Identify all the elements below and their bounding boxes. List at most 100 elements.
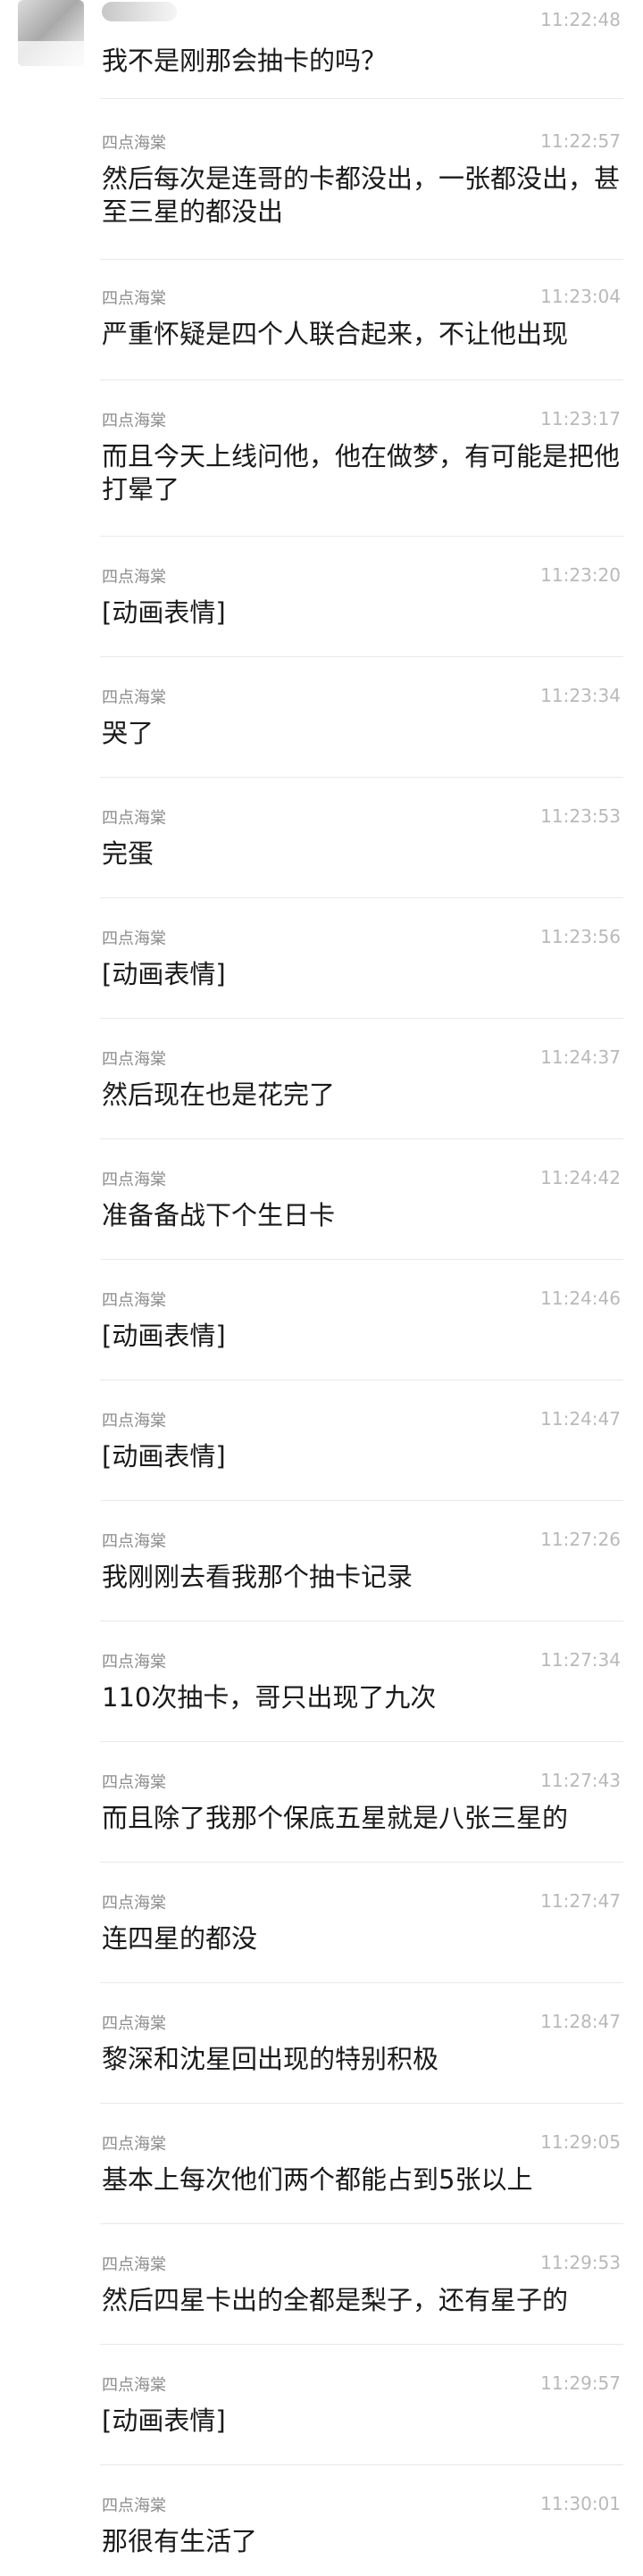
message-time: 11:27:47 (540, 1890, 621, 1912)
chat-message[interactable]: 四点海棠 11:27:34 110次抽卡，哥只出现了九次 (0, 1621, 643, 1741)
chat-message[interactable]: 四点海棠 11:23:34 哭了 (0, 656, 643, 777)
message-time: 11:23:04 (540, 286, 621, 307)
sender-name[interactable]: 四点海棠 (102, 1288, 166, 1311)
sender-name[interactable]: 四点海棠 (102, 1649, 166, 1672)
message-time: 11:22:48 (540, 9, 621, 30)
chat-message[interactable]: 四点海棠 11:29:53 然后四星卡出的全都是梨子，还有星子的 (0, 2223, 643, 2344)
sender-name[interactable]: 四点海棠 (102, 286, 166, 309)
message-divider (100, 1982, 623, 1983)
chat-message[interactable]: 四点海棠 11:23:20 [动画表情] (0, 536, 643, 656)
message-text[interactable]: 连四星的都没 (102, 1922, 620, 1955)
message-time: 11:27:26 (540, 1529, 621, 1550)
sender-name[interactable]: 四点海棠 (102, 2493, 166, 2516)
sender-name[interactable]: 四点海棠 (102, 1770, 166, 1793)
message-time: 11:24:37 (540, 1046, 621, 1068)
message-time: 11:24:46 (540, 1288, 621, 1309)
sender-name[interactable]: 四点海棠 (102, 1529, 166, 1552)
message-divider (100, 1259, 623, 1260)
chat-message[interactable]: 四点海棠 11:28:47 黎深和沈星回出现的特别积极 (0, 1982, 643, 2103)
chat-message[interactable]: 四点海棠 11:24:37 然后现在也是花完了 (0, 1018, 643, 1138)
message-divider (100, 259, 623, 260)
chat-message[interactable]: 四点海棠 11:29:57 [动画表情] (0, 2344, 643, 2464)
message-time: 11:27:43 (540, 1770, 621, 1791)
sender-name[interactable]: 四点海棠 (102, 685, 166, 708)
chat-message[interactable]: 四点海棠 11:27:43 而且除了我那个保底五星就是八张三星的 (0, 1741, 643, 1862)
sender-name[interactable]: 四点海棠 (102, 2372, 166, 2396)
message-divider (100, 2103, 623, 2104)
chat-message-list[interactable]: 11:22:48 我不是刚那会抽卡的吗？ 四点海棠 11:22:57 然后每次是… (0, 0, 643, 2576)
message-text[interactable]: [动画表情] (102, 2405, 620, 2438)
sender-name[interactable]: 四点海棠 (102, 1046, 166, 1070)
message-time: 11:22:57 (540, 130, 621, 152)
sender-name[interactable]: 四点海棠 (102, 408, 166, 431)
message-time: 11:28:47 (540, 2011, 621, 2032)
message-time: 11:30:01 (540, 2493, 621, 2514)
message-text[interactable]: 黎深和沈星回出现的特别积极 (102, 2043, 620, 2076)
message-text[interactable]: 110次抽卡，哥只出现了九次 (102, 1681, 620, 1714)
message-divider (100, 2464, 623, 2465)
message-text[interactable]: [动画表情] (102, 1440, 620, 1473)
chat-message[interactable]: 四点海棠 11:22:57 然后每次是连哥的卡都没出，一张都没出，甚至三星的都没… (0, 98, 643, 259)
message-text[interactable]: 然后现在也是花完了 (102, 1079, 620, 1112)
sender-name[interactable]: 四点海棠 (102, 1408, 166, 1431)
message-divider (100, 1741, 623, 1742)
message-time: 11:24:47 (540, 1408, 621, 1430)
message-divider (100, 1018, 623, 1019)
message-text[interactable]: [动画表情] (102, 1320, 620, 1353)
chat-message[interactable]: 四点海棠 11:23:17 而且今天上线问他，他在做梦，有可能是把他打晕了 (0, 379, 643, 536)
message-divider (100, 2223, 623, 2224)
chat-message[interactable]: 四点海棠 11:27:47 连四星的都没 (0, 1862, 643, 1982)
chat-message[interactable]: 四点海棠 11:29:05 基本上每次他们两个都能占到5张以上 (0, 2103, 643, 2223)
message-time: 11:23:56 (540, 926, 621, 947)
message-divider (100, 536, 623, 537)
message-divider (100, 1138, 623, 1139)
message-text[interactable]: 我刚刚去看我那个抽卡记录 (102, 1561, 620, 1594)
message-text[interactable]: 基本上每次他们两个都能占到5张以上 (102, 2163, 620, 2197)
chat-message[interactable]: 四点海棠 11:24:42 准备备战下个生日卡 (0, 1138, 643, 1259)
sender-name[interactable]: 四点海棠 (102, 926, 166, 949)
chat-message[interactable]: 四点海棠 11:23:04 严重怀疑是四个人联合起来，不让他出现 (0, 259, 643, 379)
chat-message[interactable]: 四点海棠 11:27:26 我刚刚去看我那个抽卡记录 (0, 1500, 643, 1621)
message-time: 11:29:53 (540, 2252, 621, 2273)
message-text[interactable]: 我不是刚那会抽卡的吗？ (102, 45, 620, 78)
message-text[interactable]: 完蛋 (102, 838, 620, 871)
message-divider (100, 1500, 623, 1501)
chat-message[interactable]: 四点海棠 11:23:56 [动画表情] (0, 897, 643, 1018)
message-divider (100, 656, 623, 657)
sender-name[interactable]: 四点海棠 (102, 2011, 166, 2034)
sender-name[interactable]: 四点海棠 (102, 2131, 166, 2155)
message-text[interactable]: 然后每次是连哥的卡都没出，一张都没出，甚至三星的都没出 (102, 163, 620, 229)
chat-message[interactable]: 11:22:48 我不是刚那会抽卡的吗？ (0, 0, 643, 98)
message-divider (100, 1862, 623, 1863)
sender-name[interactable]: 四点海棠 (102, 805, 166, 829)
message-time: 11:23:17 (540, 408, 621, 429)
message-time: 11:23:34 (540, 685, 621, 706)
sender-name[interactable]: 四点海棠 (102, 1167, 166, 1190)
sender-name[interactable]: 四点海棠 (102, 1890, 166, 1913)
message-text[interactable]: 而且除了我那个保底五星就是八张三星的 (102, 1802, 620, 1835)
message-divider (100, 777, 623, 778)
message-divider (100, 897, 623, 898)
message-text[interactable]: 准备备战下个生日卡 (102, 1199, 620, 1232)
chat-message[interactable]: 四点海棠 11:24:47 [动画表情] (0, 1380, 643, 1500)
chat-message[interactable]: 四点海棠 11:30:01 那很有生活了 (0, 2464, 643, 2576)
message-time: 11:29:05 (540, 2131, 621, 2153)
message-divider (100, 2344, 623, 2345)
sender-name[interactable]: 四点海棠 (102, 564, 166, 588)
sender-name[interactable]: 四点海棠 (102, 2252, 166, 2275)
message-text[interactable]: 而且今天上线问他，他在做梦，有可能是把他打晕了 (102, 440, 620, 506)
message-text[interactable]: 然后四星卡出的全都是梨子，还有星子的 (102, 2284, 620, 2317)
message-text[interactable]: 严重怀疑是四个人联合起来，不让他出现 (102, 318, 620, 351)
message-text[interactable]: [动画表情] (102, 596, 620, 629)
message-time: 11:27:34 (540, 1649, 621, 1671)
chat-message[interactable]: 四点海棠 11:24:46 [动画表情] (0, 1259, 643, 1380)
message-time: 11:29:57 (540, 2372, 621, 2394)
message-text[interactable]: 哭了 (102, 717, 620, 750)
message-divider (100, 98, 623, 99)
message-time: 11:23:53 (540, 805, 621, 827)
message-text[interactable]: 那很有生活了 (102, 2525, 620, 2558)
chat-message[interactable]: 四点海棠 11:23:53 完蛋 (0, 777, 643, 897)
sender-name[interactable]: 四点海棠 (102, 130, 166, 154)
message-text[interactable]: [动画表情] (102, 958, 620, 991)
message-time: 11:24:42 (540, 1167, 621, 1188)
